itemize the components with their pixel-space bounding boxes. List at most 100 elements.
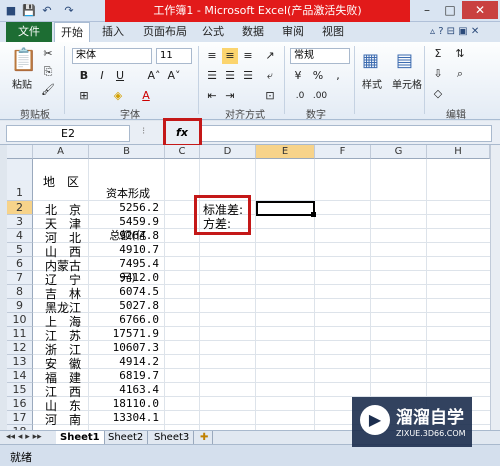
cell-b17[interactable]: 13304.1 bbox=[89, 411, 159, 424]
sort-filter-icon[interactable]: ⇅ bbox=[452, 46, 468, 62]
cell-b16[interactable]: 18110.0 bbox=[89, 397, 159, 410]
paste-button[interactable]: 粘贴 bbox=[12, 76, 32, 91]
tab-file[interactable]: 文件 bbox=[6, 22, 52, 42]
decrease-decimal-icon[interactable]: .00 bbox=[312, 88, 328, 104]
tab-review[interactable]: 审阅 bbox=[278, 22, 308, 42]
row-header-10[interactable]: 10 bbox=[7, 313, 33, 327]
wrap-text-icon[interactable]: ⤶ bbox=[262, 68, 278, 84]
number-format-select[interactable]: 常规 bbox=[290, 48, 350, 64]
grow-font-icon[interactable]: A˄ bbox=[146, 68, 162, 84]
row-header-1[interactable]: 1 bbox=[7, 159, 33, 201]
paste-icon[interactable]: 📋 bbox=[10, 48, 37, 73]
font-color-icon[interactable]: A bbox=[138, 88, 154, 104]
cell-a1[interactable]: 地 区 bbox=[43, 173, 101, 190]
row-header-9[interactable]: 9 bbox=[7, 299, 33, 313]
row-header-11[interactable]: 11 bbox=[7, 327, 33, 341]
column-header-g[interactable]: G bbox=[371, 145, 427, 159]
italic-button[interactable]: I bbox=[94, 68, 110, 84]
comma-icon[interactable]: , bbox=[330, 68, 346, 84]
column-header-e[interactable]: E bbox=[256, 145, 315, 159]
close-button[interactable]: ✕ bbox=[462, 1, 498, 19]
column-header-c[interactable]: C bbox=[165, 145, 200, 159]
row-header-16[interactable]: 16 bbox=[7, 397, 33, 411]
font-size-select[interactable]: 11 bbox=[156, 48, 192, 64]
maximize-button[interactable]: □ bbox=[439, 1, 461, 19]
column-header-a[interactable]: A bbox=[33, 145, 89, 159]
align-right-icon[interactable]: ☰ bbox=[240, 68, 256, 84]
column-header-d[interactable]: D bbox=[200, 145, 256, 159]
vertical-scrollbar[interactable] bbox=[490, 145, 500, 430]
row-header-12[interactable]: 12 bbox=[7, 341, 33, 355]
cell-b11[interactable]: 17571.9 bbox=[89, 327, 159, 340]
align-top-icon[interactable]: ≡ bbox=[204, 48, 220, 64]
cell-b12[interactable]: 10607.3 bbox=[89, 341, 159, 354]
decrease-indent-icon[interactable]: ⇤ bbox=[204, 88, 220, 104]
column-header-h[interactable]: H bbox=[427, 145, 490, 159]
worksheet-grid[interactable]: A B C D E F G H 1 2 3 4 5 6 7 8 9 10 11 12 13 14 15 16 1… bbox=[7, 145, 490, 430]
minimize-button[interactable]: – bbox=[416, 1, 438, 19]
row-header-6[interactable]: 6 bbox=[7, 257, 33, 271]
row-header-4[interactable]: 4 bbox=[7, 229, 33, 243]
select-all-corner[interactable] bbox=[7, 145, 33, 159]
align-center-icon[interactable]: ☰ bbox=[222, 68, 238, 84]
sheet-tab-3[interactable]: Sheet3 bbox=[150, 431, 195, 445]
insert-sheet-icon[interactable]: ✚ bbox=[196, 431, 214, 445]
row-header-13[interactable]: 13 bbox=[7, 355, 33, 369]
percent-icon[interactable]: % bbox=[310, 68, 326, 84]
row-header-7[interactable]: 7 bbox=[7, 271, 33, 285]
name-box[interactable]: E2 bbox=[6, 125, 130, 142]
styles-icon[interactable]: ▦ bbox=[362, 50, 379, 71]
tab-data[interactable]: 数据 bbox=[238, 22, 268, 42]
row-header-14[interactable]: 14 bbox=[7, 369, 33, 383]
shrink-font-icon[interactable]: A˅ bbox=[166, 68, 182, 84]
sheet-tab-1[interactable]: Sheet1 bbox=[56, 431, 105, 445]
sheet-nav-icon[interactable]: ◂◂ ◂ ▸ ▸▸ bbox=[6, 431, 42, 444]
row-header-3[interactable]: 3 bbox=[7, 215, 33, 229]
undo-icon[interactable]: ↶ bbox=[40, 4, 54, 18]
row-header-2[interactable]: 2 bbox=[7, 201, 33, 215]
cell-b15[interactable]: 4163.4 bbox=[89, 383, 159, 396]
clear-icon[interactable]: ◇ bbox=[430, 86, 446, 102]
selected-cell-e2[interactable] bbox=[256, 201, 315, 216]
row-header-15[interactable]: 15 bbox=[7, 383, 33, 397]
save-icon[interactable]: 💾 bbox=[22, 4, 36, 18]
merge-cells-icon[interactable]: ⊡ bbox=[262, 88, 278, 104]
tab-home[interactable]: 开始 bbox=[54, 22, 90, 42]
autosum-icon[interactable]: Σ bbox=[430, 46, 446, 62]
redo-icon[interactable]: ↷ bbox=[62, 4, 76, 18]
cells-button[interactable]: 单元格 bbox=[392, 76, 422, 91]
styles-button[interactable]: 样式 bbox=[362, 76, 382, 91]
orientation-icon[interactable]: ↗ bbox=[262, 48, 278, 64]
align-left-icon[interactable]: ☰ bbox=[204, 68, 220, 84]
tab-view[interactable]: 视图 bbox=[318, 22, 348, 42]
column-header-b[interactable]: B bbox=[89, 145, 165, 159]
fill-handle[interactable] bbox=[311, 212, 316, 217]
increase-indent-icon[interactable]: ⇥ bbox=[222, 88, 238, 104]
bold-button[interactable]: B bbox=[76, 68, 92, 84]
tab-page-layout[interactable]: 页面布局 bbox=[136, 22, 194, 42]
currency-icon[interactable]: ¥ bbox=[290, 68, 306, 84]
column-header-f[interactable]: F bbox=[315, 145, 371, 159]
font-name-select[interactable]: 宋体 bbox=[72, 48, 152, 64]
cell-b13[interactable]: 4914.2 bbox=[89, 355, 159, 368]
row-header-5[interactable]: 5 bbox=[7, 243, 33, 257]
fill-icon[interactable]: ⇩ bbox=[430, 66, 446, 82]
formula-input[interactable] bbox=[200, 125, 492, 142]
cell-b10[interactable]: 6766.0 bbox=[89, 313, 159, 326]
underline-button[interactable]: U bbox=[112, 68, 128, 84]
cut-icon[interactable]: ✂ bbox=[40, 46, 56, 62]
border-icon[interactable]: ⊞ bbox=[76, 88, 92, 104]
increase-decimal-icon[interactable]: .0 bbox=[292, 88, 308, 104]
row-header-17[interactable]: 17 bbox=[7, 411, 33, 425]
find-select-icon[interactable]: ⌕ bbox=[452, 66, 468, 82]
copy-icon[interactable]: ⎘ bbox=[40, 64, 56, 80]
cell-b1[interactable]: 资本形成 总额(亿 元) bbox=[97, 159, 159, 313]
fill-color-icon[interactable]: ◈ bbox=[110, 88, 126, 104]
cell-b14[interactable]: 6819.7 bbox=[89, 369, 159, 382]
help-icon[interactable]: ▵ ? ⊟ ▣ ✕ bbox=[430, 26, 479, 37]
tab-insert[interactable]: 插入 bbox=[96, 22, 130, 42]
align-bottom-icon[interactable]: ≡ bbox=[240, 48, 256, 64]
format-painter-icon[interactable]: 🖌 bbox=[40, 82, 56, 98]
cells-icon[interactable]: ▤ bbox=[396, 50, 413, 71]
tab-formulas[interactable]: 公式 bbox=[198, 22, 228, 42]
